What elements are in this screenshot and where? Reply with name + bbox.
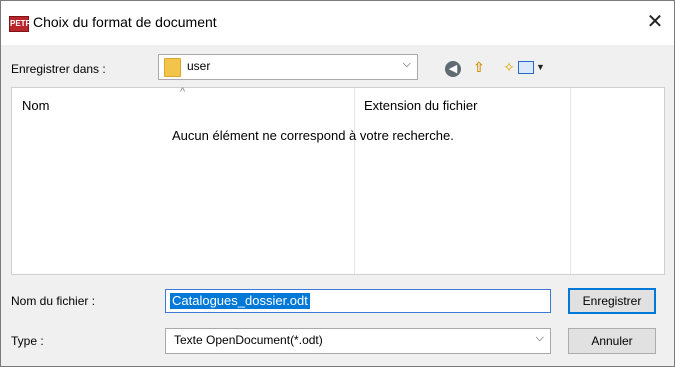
type-dropdown[interactable]: Texte OpenDocument(*.odt) ⌵ bbox=[165, 328, 551, 354]
view-menu-icon[interactable]: ▼ bbox=[514, 56, 546, 78]
title-bar: PETRA Choix du format de document ✕ bbox=[1, 1, 674, 45]
save-in-dropdown[interactable]: user ⌵ bbox=[158, 54, 418, 80]
save-button[interactable]: Enregistrer bbox=[568, 288, 656, 314]
file-list[interactable]: ^ Nom Extension du fichier Aucun élément… bbox=[11, 86, 665, 275]
column-divider[interactable] bbox=[570, 88, 571, 274]
filename-label: Nom du fichier : bbox=[11, 294, 96, 308]
dialog-title: Choix du format de document bbox=[33, 14, 217, 30]
up-folder-icon[interactable]: ⇧ bbox=[469, 56, 489, 78]
filename-selected-text: Catalogues_dossier.odt bbox=[170, 293, 310, 309]
sort-ascending-icon: ^ bbox=[180, 86, 186, 98]
cancel-button[interactable]: Annuler bbox=[568, 328, 656, 354]
filename-input[interactable]: Catalogues_dossier.odt bbox=[165, 289, 551, 313]
save-in-value: user bbox=[187, 59, 211, 73]
column-divider[interactable] bbox=[354, 88, 355, 274]
chevron-down-icon: ⌵ bbox=[402, 58, 411, 70]
column-header-name[interactable]: Nom bbox=[22, 98, 49, 113]
column-header-extension[interactable]: Extension du fichier bbox=[364, 98, 477, 113]
back-arrow-icon[interactable]: ◀ bbox=[443, 56, 463, 78]
empty-list-message: Aucun élément ne correspond à votre rech… bbox=[172, 128, 454, 143]
folder-icon bbox=[164, 58, 181, 77]
app-logo-icon: PETRA bbox=[9, 16, 37, 32]
type-value: Texte OpenDocument(*.odt) bbox=[174, 333, 323, 347]
chevron-down-icon: ⌵ bbox=[535, 332, 544, 344]
type-label: Type : bbox=[11, 334, 44, 348]
save-dialog: PETRA Choix du format de document ✕ Enre… bbox=[0, 0, 675, 367]
save-in-label: Enregistrer dans : bbox=[11, 62, 106, 76]
close-icon[interactable]: ✕ bbox=[644, 11, 666, 33]
